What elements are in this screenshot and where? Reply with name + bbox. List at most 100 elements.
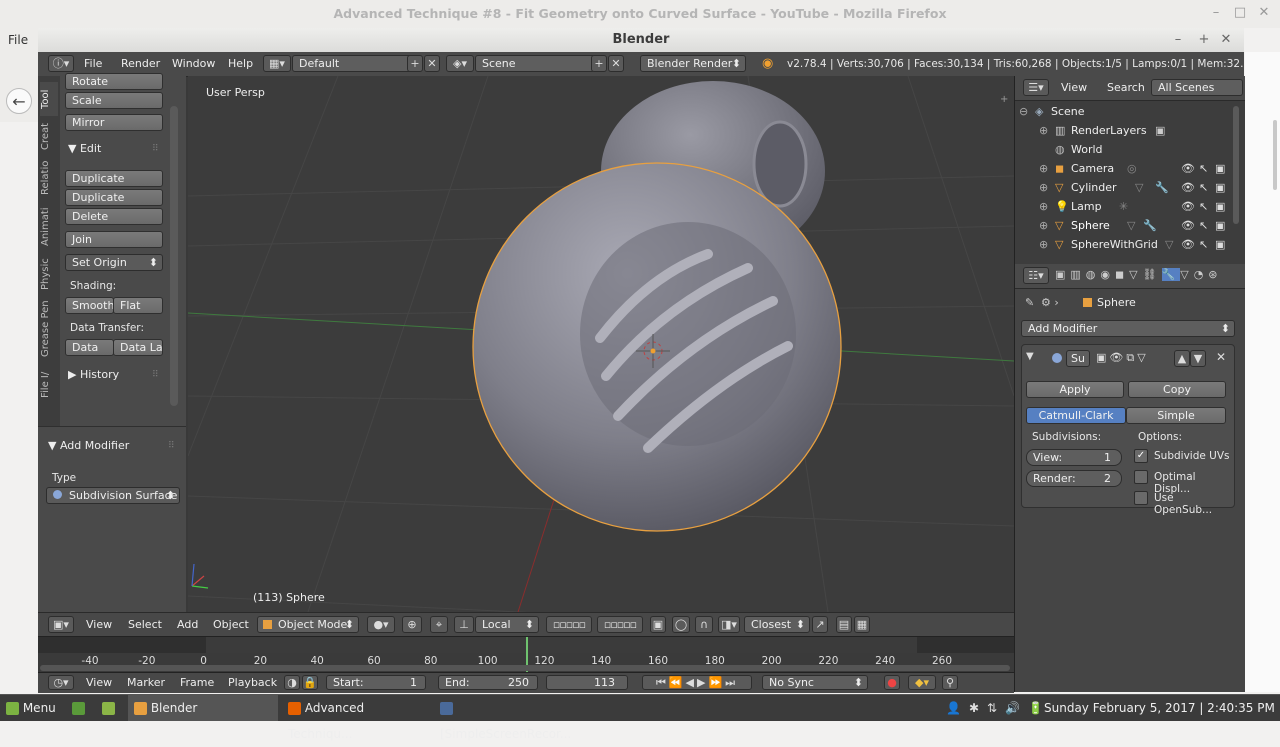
timeline[interactable]: -40 -20 0 20 40 60 80 100 120 140 160 180 200 220 240 2…	[38, 636, 1014, 673]
render-icon[interactable]: ▣	[1215, 235, 1225, 254]
opengl-anim-icon[interactable]: ▦	[854, 616, 870, 633]
set-origin-dropdown[interactable]: Set Origin ⬍	[65, 254, 163, 271]
modifier-type-dropdown[interactable]: Subdivision Surface ⬍	[46, 487, 180, 504]
move-down-icon[interactable]: ▼	[1190, 350, 1206, 367]
tab-create[interactable]: Creat	[40, 120, 58, 152]
system-tray-icons[interactable]: 👤✱⇅🔊🔋	[946, 695, 1051, 721]
outliner-row-cylinder[interactable]: ⊕ ▽ Cylinder ▽ 🔧 👁 ↖ ▣	[1015, 178, 1243, 197]
tab-grease-pencil[interactable]: Grease Pen	[40, 298, 58, 360]
keyframe-icon[interactable]: ⚲	[942, 675, 958, 690]
remove-scene-icon[interactable]: ✕	[608, 55, 624, 72]
timeline-editor-type-icon[interactable]: ◷▾	[48, 675, 74, 690]
snap-element-icon[interactable]: ◨▾	[718, 616, 740, 633]
drag-handle-icon[interactable]: ⠿	[152, 144, 159, 154]
menu-window[interactable]: Window	[172, 52, 215, 76]
tab-tool[interactable]: Tool	[40, 82, 58, 116]
show-desktop-icon[interactable]	[72, 695, 85, 721]
tab-physics[interactable]: Physic	[40, 254, 58, 294]
preview-range-icon[interactable]: ◑	[284, 675, 300, 690]
region-expand-icon[interactable]: +	[1000, 94, 1008, 105]
blender-close-icon[interactable]: ✕	[1218, 32, 1234, 47]
arrow-left-icon[interactable]: ←	[6, 88, 32, 114]
outliner-row-camera[interactable]: ⊕ ◼ Camera ◎ 👁 ↖ ▣	[1015, 159, 1243, 178]
shading-mode-icon[interactable]: ●▾	[367, 616, 395, 633]
cursor-select-icon[interactable]: ↖	[1199, 216, 1208, 235]
simple-toggle[interactable]: Simple	[1126, 407, 1226, 424]
display-mode-dropdown[interactable]: All Scenes	[1151, 79, 1243, 96]
start-menu-button[interactable]: Menu	[6, 695, 56, 721]
modifier-collapse-icon[interactable]: ▼	[1026, 351, 1034, 362]
vp-menu-select[interactable]: Select	[128, 613, 162, 637]
add-modifier-dropdown[interactable]: Add Modifier ⬍	[1021, 320, 1235, 337]
render-engine-dropdown[interactable]: Blender Render ⬍	[640, 55, 746, 72]
eye-icon[interactable]: 👁	[1181, 216, 1195, 235]
firefox-maximize-icon[interactable]: □	[1233, 6, 1247, 20]
modifier-tab-wrench-icon[interactable]: 🔧	[1161, 268, 1181, 281]
use-opensubdiv-checkbox[interactable]	[1134, 491, 1148, 505]
copy-button[interactable]: Copy	[1128, 381, 1226, 398]
eye-icon[interactable]: 👁	[1181, 197, 1195, 216]
blender-maximize-icon[interactable]: +	[1196, 32, 1212, 47]
layers-grid-1[interactable]: ▫▫▫▫▫	[546, 616, 592, 633]
edit-panel-header[interactable]: ▼ Edit	[68, 142, 101, 155]
outliner-row-lamp[interactable]: ⊕ 💡 Lamp ✳ 👁 ↖ ▣	[1015, 197, 1243, 216]
firefox-menu-file[interactable]: File	[0, 28, 38, 52]
cursor-select-icon[interactable]: ↖	[1199, 235, 1208, 254]
delete-button[interactable]: Delete	[65, 208, 163, 225]
vp-menu-object[interactable]: Object	[213, 613, 249, 637]
vp-menu-view[interactable]: View	[86, 613, 112, 637]
add-layout-icon[interactable]: +	[407, 55, 423, 72]
render-levels-field[interactable]: Render: 2	[1026, 470, 1122, 487]
scene-icon[interactable]: ◈▾	[446, 55, 474, 72]
transform-orientation-icon[interactable]: ⊥	[454, 616, 474, 633]
end-frame-field[interactable]: End: 250	[438, 675, 538, 690]
opengl-render-icon[interactable]: ▤	[836, 616, 852, 633]
modifier-visibility-icons[interactable]: ▣👁⧉▽	[1096, 351, 1149, 365]
tl-menu-playback[interactable]: Playback	[228, 673, 277, 693]
tab-relations[interactable]: Relatio	[40, 156, 58, 200]
screen-layout-icon[interactable]: ▦▾	[263, 55, 291, 72]
firefox-close-icon[interactable]: ✕	[1257, 6, 1271, 20]
tl-menu-frame[interactable]: Frame	[180, 673, 214, 693]
data-button[interactable]: Data	[65, 339, 114, 356]
tab-file-io[interactable]: File I/	[40, 366, 58, 404]
snap-magnet-icon[interactable]: ∩	[695, 616, 713, 633]
file-manager-icon[interactable]	[102, 695, 115, 721]
outliner-row-scene[interactable]: ⊖ ◈ Scene	[1015, 102, 1243, 121]
move-up-icon[interactable]: ▲	[1174, 350, 1190, 367]
add-scene-icon[interactable]: +	[591, 55, 607, 72]
lock-range-icon[interactable]: 🔒	[302, 675, 318, 690]
drag-handle-icon[interactable]: ⠿	[168, 441, 175, 451]
catmull-clark-toggle[interactable]: Catmull-Clark	[1026, 407, 1126, 424]
orientation-dropdown[interactable]: Local ⬍	[475, 616, 539, 633]
menu-help[interactable]: Help	[228, 52, 253, 76]
tl-menu-marker[interactable]: Marker	[127, 673, 165, 693]
outliner-menu-view[interactable]: View	[1061, 76, 1087, 100]
info-editor-type-icon[interactable]: ⓘ▾	[48, 55, 74, 72]
tl-menu-view[interactable]: View	[86, 673, 112, 693]
history-panel-header[interactable]: ▶ History	[68, 368, 119, 381]
taskbar-item-firefox[interactable]: Advanced Techniqu...	[282, 695, 432, 741]
lock-layers-icon[interactable]: ▣	[650, 616, 666, 633]
modifier-name-field[interactable]: Su	[1066, 350, 1090, 367]
3d-viewport[interactable]: User Persp (113) Sphere +	[188, 76, 1014, 612]
current-frame-field[interactable]: 113	[546, 675, 628, 690]
eye-icon[interactable]: 👁	[1181, 235, 1195, 254]
keying-set-icon[interactable]: ◆▾	[908, 675, 936, 690]
snap-target-dropdown[interactable]: Closest ⬍	[744, 616, 810, 633]
join-button[interactable]: Join	[65, 231, 163, 248]
render-icon[interactable]: ▣	[1215, 159, 1225, 178]
layers-grid-2[interactable]: ▫▫▫▫▫	[597, 616, 643, 633]
firefox-minimize-icon[interactable]: –	[1209, 6, 1223, 20]
apply-button[interactable]: Apply	[1026, 381, 1124, 398]
taskbar-item-blender[interactable]: Blender	[128, 695, 278, 721]
mode-dropdown[interactable]: Object Mode ⬍	[257, 616, 359, 633]
scene-field[interactable]: Scene	[475, 55, 595, 72]
pin-icon[interactable]: ✎	[1025, 296, 1034, 309]
subdivide-uvs-checkbox[interactable]: ✓	[1134, 449, 1148, 463]
render-icon[interactable]: ▣	[1215, 178, 1225, 197]
screen-layout-field[interactable]: Default	[292, 55, 412, 72]
outliner-editor-type-icon[interactable]: ☰▾	[1023, 79, 1049, 96]
outliner-row-world[interactable]: ◍ World	[1015, 140, 1243, 159]
clock[interactable]: Sunday February 5, 2017 | 2:40:35 PM	[1044, 695, 1275, 721]
